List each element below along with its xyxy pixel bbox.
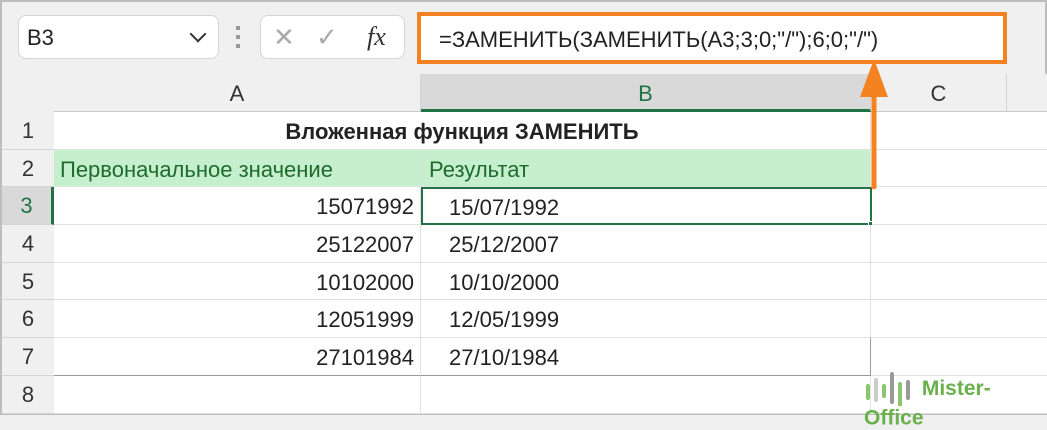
header-cell-a2[interactable]: Первоначальное значение [54,150,421,187]
cell-b5[interactable]: 10/10/2000 [421,263,871,300]
title-cell[interactable]: Вложенная функция ЗАМЕНИТЬ [54,112,871,150]
cell-a5[interactable]: 10102000 [54,263,421,300]
cell-b4[interactable]: 25/12/2007 [421,225,871,263]
enter-icon[interactable]: ✓ [316,22,338,53]
cell-a6[interactable]: 12051999 [54,300,421,338]
cell-c4[interactable] [871,225,1047,263]
cell-a3[interactable]: 15071992 [54,187,421,225]
mister-office-logo: Mister-Office [864,372,1045,430]
column-header-a[interactable]: A [54,74,421,112]
cell-b7[interactable]: 27/10/1984 [421,338,871,376]
row-header-3[interactable]: 3 [2,187,54,225]
row-header-5[interactable]: 5 [2,263,54,300]
formula-buttons: ✕ ✓ fx [260,15,405,59]
cell-c5[interactable] [871,263,1047,300]
cell-b6[interactable]: 12/05/1999 [421,300,871,338]
row-header-4[interactable]: 4 [2,225,54,263]
column-header-d[interactable] [1007,74,1047,112]
insert-function-button[interactable]: fx [367,22,386,52]
select-all-corner[interactable] [2,74,54,112]
row-header-6[interactable]: 6 [2,300,54,338]
logo-bars-icon [866,372,910,407]
formula-input[interactable]: =ЗАМЕНИТЬ(ЗАМЕНИТЬ(A3;3;0;"/");6;0;"/") [417,12,1007,64]
cell-a7[interactable]: 27101984 [54,338,421,376]
chevron-down-icon[interactable] [189,25,207,43]
cell-c6[interactable] [871,300,1047,338]
cell-a4[interactable]: 25122007 [54,225,421,263]
cell-b8[interactable] [421,376,871,414]
cell-c1[interactable] [871,112,1047,150]
row-header-7[interactable]: 7 [2,338,54,376]
cell-a8[interactable] [54,376,421,414]
cell-c7[interactable] [871,338,1047,376]
cell-b3-active[interactable]: 15/07/1992 [421,187,872,225]
arrow-up-icon [860,59,888,190]
name-box-value: B3 [27,25,54,50]
column-header-b[interactable]: B [421,74,871,112]
cell-c3[interactable] [872,187,1047,225]
header-cell-b2[interactable]: Результат [421,150,871,187]
row-header-1[interactable]: 1 [2,112,54,150]
name-box[interactable]: B3 [18,15,219,59]
row-header-2[interactable]: 2 [2,150,54,187]
row-header-8[interactable]: 8 [2,376,54,414]
cell-c2[interactable] [871,150,1047,187]
cancel-icon[interactable]: ✕ [273,22,295,53]
drag-handle-icon[interactable] [236,26,241,53]
